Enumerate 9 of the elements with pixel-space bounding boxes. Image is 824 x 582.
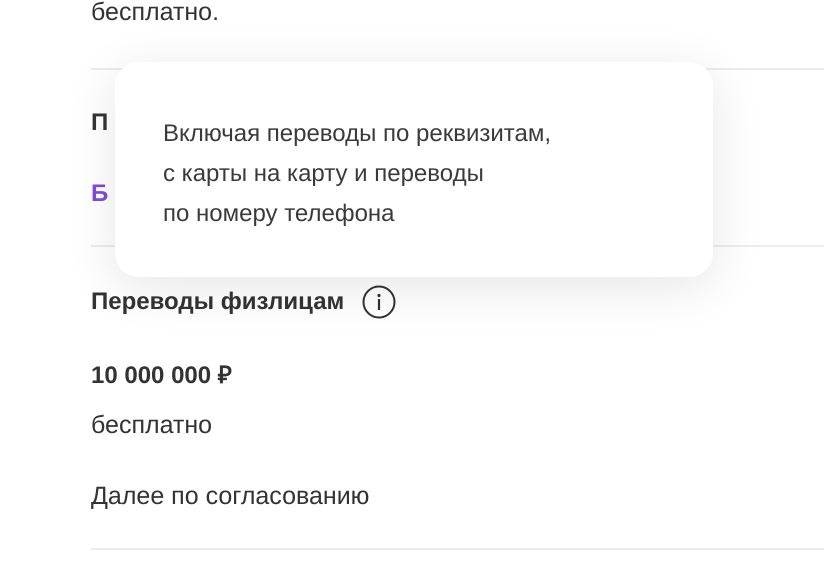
amount-text: 10 000 000 ₽ [91,361,233,391]
intro-text: бесплатно. [91,0,220,28]
tooltip-text: Включая переводы по реквизитам, с карты на карту и переводы по номеру телефона [163,119,552,229]
section-value: Б [91,179,108,209]
section-title: Переводы физлицам [91,287,344,317]
note-text: Далее по согласованию [91,481,370,511]
section-title: П [91,108,108,138]
info-icon[interactable] [362,285,396,319]
price-text: бесплатно [91,410,214,440]
